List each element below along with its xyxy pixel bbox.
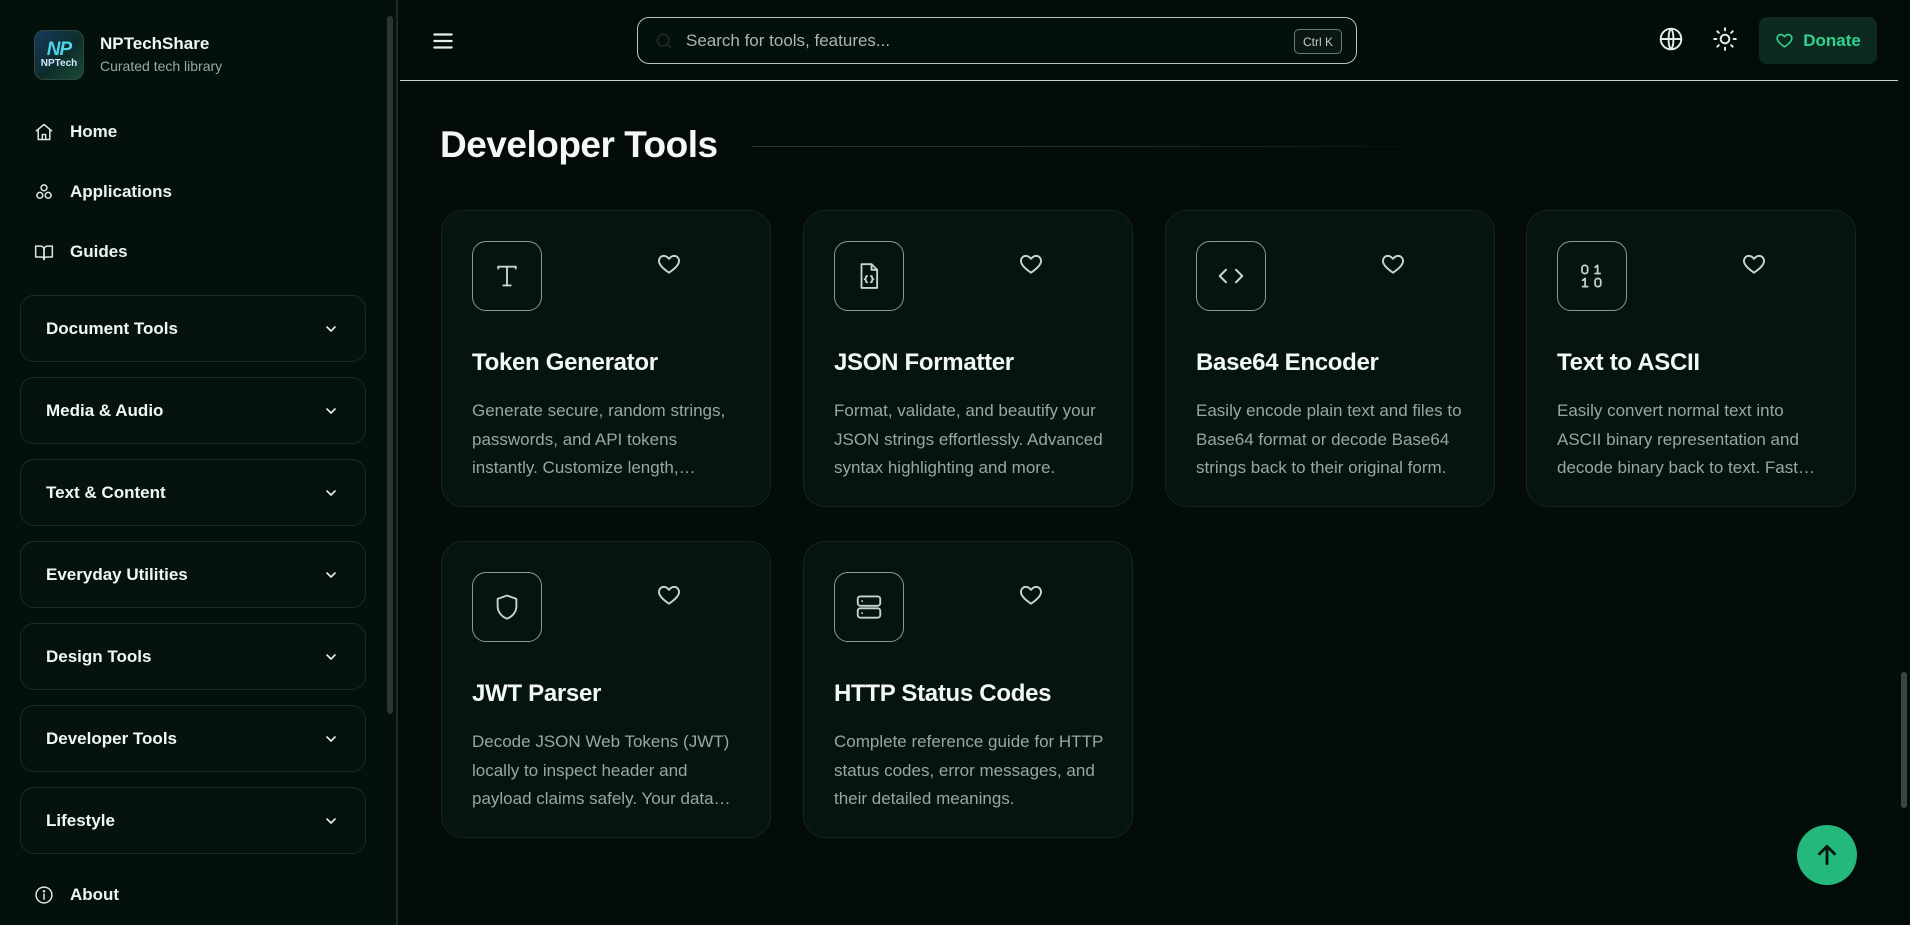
card-title: Base64 Encoder [1196,349,1379,376]
group-developer-tools[interactable]: Developer Tools [20,705,366,772]
brand-name: NPTechShare [100,34,210,53]
apps-icon [36,184,52,199]
card-description: Easily convert normal text into ASCII bi… [1557,401,1799,477]
chevron-down-icon [326,325,336,332]
sidebar-scrollbar-thumb[interactable] [387,16,393,714]
info-icon [35,886,53,904]
nav-guides[interactable]: Guides [34,242,128,262]
card-description: Generate secure, random strings, passwor… [472,401,726,477]
text-type-icon [472,241,542,311]
code-icon [1196,241,1266,311]
group-label: Design Tools [46,646,152,666]
chevron-down-icon [326,489,336,496]
group-label: Media & Audio [46,400,164,420]
heart-icon[interactable] [1741,251,1767,277]
book-open-icon [34,245,54,261]
tool-card[interactable]: JSON Formatter Format, validate, and bea… [803,210,1133,507]
group-media-audio[interactable]: Media & Audio [20,377,366,444]
group-design-tools[interactable]: Design Tools [20,623,366,690]
card-title: Text to ASCII [1557,349,1700,376]
arrow-up-icon [1818,844,1836,866]
globe-icon[interactable] [1658,26,1684,52]
main-scrollbar[interactable] [1898,82,1910,925]
brand[interactable]: NP NPTech NPTechShare Curated tech libra… [34,30,222,80]
top-header: Ctrl K Donate [400,0,1898,81]
donate-label: Donate [1803,30,1861,50]
brand-subtitle: Curated tech library [100,58,223,74]
section-divider [752,146,1442,147]
tool-card[interactable]: HTTP Status Codes Complete reference gui… [803,541,1133,838]
tool-card[interactable]: Token Generator Generate secure, random … [441,210,771,507]
group-label: Text & Content [46,482,166,502]
logo-wordmark: NPTech [40,58,78,69]
sun-icon[interactable] [1712,26,1738,52]
chevron-down-icon [326,571,336,578]
sidebar-scrollbar[interactable] [386,8,394,916]
shield-icon [472,572,542,642]
heart-icon[interactable] [656,582,682,608]
group-label: Everyday Utilities [46,564,188,584]
heart-icon[interactable] [656,251,682,277]
logo-mark: NP [46,39,72,60]
nav-about-label: About [70,885,120,904]
search-bar[interactable]: Ctrl K [637,17,1357,64]
chevron-down-icon [326,407,336,414]
sidebar: NP NPTech NPTechShare Curated tech libra… [0,0,398,925]
file-json-icon [834,241,904,311]
section-title: Developer Tools [440,124,718,165]
nav-home[interactable]: Home [34,122,117,142]
menu-icon[interactable] [430,28,456,54]
group-label: Document Tools [46,318,178,338]
group-everyday-utilities[interactable]: Everyday Utilities [20,541,366,608]
nav-applications[interactable]: Applications [34,182,172,202]
shortcut-hint: Ctrl K [1294,29,1342,54]
nav-applications-label: Applications [70,182,173,201]
chevron-down-icon [326,653,336,660]
heart-icon[interactable] [1018,251,1044,277]
back-to-top-button[interactable] [1797,825,1857,885]
card-title: HTTP Status Codes [834,680,1052,707]
search-input[interactable] [686,30,1246,51]
group-lifestyle[interactable]: Lifestyle [20,787,366,854]
nav-about[interactable]: About [34,885,119,905]
card-title: JSON Formatter [834,349,1014,376]
heart-icon[interactable] [1018,582,1044,608]
card-description: Complete reference guide for HTTP status… [834,732,1103,808]
binary-icon [1557,241,1627,311]
group-label: Developer Tools [46,728,177,748]
server-icon [834,572,904,642]
group-text-content[interactable]: Text & Content [20,459,366,526]
tool-card[interactable]: JWT Parser Decode JSON Web Tokens (JWT) … [441,541,771,838]
main-scrollbar-thumb[interactable] [1901,672,1907,808]
heart-icon [1776,33,1793,48]
card-title: Token Generator [472,349,658,376]
brand-logo: NP NPTech [34,30,84,80]
card-description: Format, validate, and beautify your JSON… [834,401,1103,477]
group-label: Lifestyle [46,810,115,830]
card-description: Decode JSON Web Tokens (JWT) locally to … [472,732,730,808]
group-document-tools[interactable]: Document Tools [20,295,366,362]
card-description: Easily encode plain text and files to Ba… [1196,401,1462,477]
tool-card[interactable]: Base64 Encoder Easily encode plain text … [1165,210,1495,507]
heart-icon[interactable] [1380,251,1406,277]
card-title: JWT Parser [472,680,602,707]
search-icon [656,33,672,49]
nav-home-label: Home [70,122,118,141]
chevron-down-icon [326,735,336,742]
home-icon [35,123,53,141]
tool-card[interactable]: Text to ASCII Easily convert normal text… [1526,210,1856,507]
nav-guides-label: Guides [70,242,128,261]
donate-button[interactable]: Donate [1759,17,1877,64]
chevron-down-icon [326,817,336,824]
